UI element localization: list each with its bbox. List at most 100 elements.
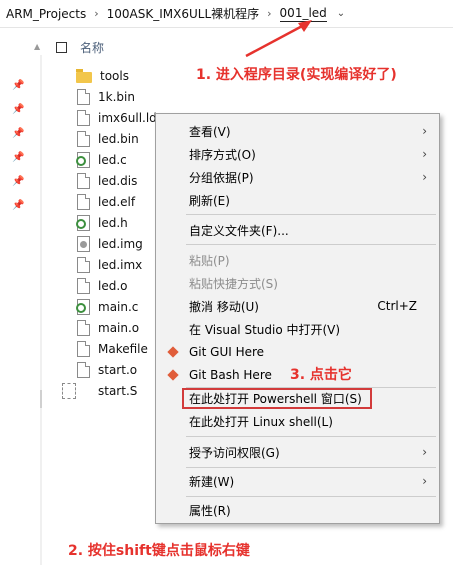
file-icon: [77, 131, 90, 147]
list-item[interactable]: led.imx: [76, 256, 142, 274]
list-item[interactable]: Makefile: [76, 340, 148, 358]
menu-separator: [186, 214, 436, 215]
file-name: led.elf: [98, 195, 136, 209]
disk-image-icon: [77, 236, 90, 252]
highlight-box: [182, 388, 372, 409]
list-item[interactable]: led.img: [76, 235, 143, 253]
file-icon: [77, 362, 90, 378]
menu-item-customize-folder[interactable]: 自定义文件夹(F)...: [156, 219, 439, 241]
menu-item-refresh[interactable]: 刷新(E): [156, 189, 439, 211]
red-arrow-icon: [245, 20, 312, 58]
menu-item-view[interactable]: 查看(V) ›: [156, 120, 439, 142]
file-name: led.imx: [98, 258, 143, 272]
list-item[interactable]: main.o: [76, 319, 139, 337]
list-item[interactable]: led.elf: [76, 193, 135, 211]
annotation-step2: 2. 按住shift键点击鼠标右键: [68, 543, 250, 559]
chevron-right-icon: ›: [422, 124, 427, 138]
menu-item-label: 新建(W): [189, 474, 235, 489]
selection-marker: [40, 390, 42, 408]
file-name: start.o: [98, 363, 138, 377]
file-name: start.S: [98, 384, 138, 398]
c-source-icon: [76, 299, 90, 315]
list-header: 名称: [56, 38, 104, 56]
menu-item-label: 授予访问权限(G): [189, 445, 280, 460]
menu-item-give-access[interactable]: 授予访问权限(G) ›: [156, 441, 439, 463]
menu-item-new[interactable]: 新建(W) ›: [156, 470, 439, 492]
pin-icon: 📌: [12, 152, 25, 163]
menu-item-sort[interactable]: 排序方式(O) ›: [156, 143, 439, 165]
file-icon: [77, 173, 90, 189]
select-all-checkbox[interactable]: [56, 41, 67, 53]
breadcrumb-separator-icon[interactable]: ›: [94, 7, 98, 20]
menu-item-label: 刷新(E): [189, 193, 230, 208]
list-item[interactable]: start.o: [76, 361, 137, 379]
file-name: 1k.bin: [98, 90, 135, 104]
menu-separator: [186, 467, 436, 468]
menu-item-label: 自定义文件夹(F)...: [189, 223, 289, 238]
git-icon: [166, 345, 180, 359]
pin-icon: 📌: [12, 104, 25, 115]
menu-separator: [186, 244, 436, 245]
menu-item-open-linux-shell[interactable]: 在此处打开 Linux shell(L): [156, 410, 439, 432]
list-item[interactable]: led.c: [76, 151, 127, 169]
menu-item-label: 在此处打开 Linux shell(L): [189, 414, 333, 429]
menu-item-label: 查看(V): [189, 124, 231, 139]
file-name: led.c: [98, 153, 127, 167]
file-name: tools: [100, 69, 129, 83]
menu-item-open-visual-studio[interactable]: 在 Visual Studio 中打开(V): [156, 318, 439, 340]
chevron-right-icon: ›: [422, 147, 427, 161]
file-icon: [77, 194, 90, 210]
menu-item-label: 粘贴快捷方式(S): [189, 276, 278, 291]
menu-item-label: 粘贴(P): [189, 253, 230, 268]
chevron-right-icon: ›: [422, 170, 427, 184]
file-icon: [77, 257, 90, 273]
list-item[interactable]: led.o: [76, 277, 128, 295]
menu-item-group[interactable]: 分组依据(P) ›: [156, 166, 439, 188]
file-name: led.h: [98, 216, 128, 230]
list-item[interactable]: led.bin: [76, 130, 139, 148]
menu-item-paste[interactable]: 粘贴(P): [156, 249, 439, 271]
breadcrumb-item-arm-projects[interactable]: ARM_Projects: [6, 7, 86, 21]
menu-item-properties[interactable]: 属性(R): [156, 499, 439, 521]
file-name: led.img: [98, 237, 143, 251]
file-icon: [77, 278, 90, 294]
file-name: main.c: [98, 300, 139, 314]
name-column-header[interactable]: 名称: [80, 39, 104, 56]
list-item[interactable]: led.dis: [76, 172, 137, 190]
file-name: Makefile: [98, 342, 148, 356]
chevron-right-icon: ›: [422, 445, 427, 459]
file-name: led.o: [98, 279, 128, 293]
c-header-icon: [76, 215, 90, 231]
menu-separator: [186, 436, 436, 437]
menu-item-label: 排序方式(O): [189, 147, 256, 162]
menu-item-shortcut: Ctrl+Z: [377, 299, 417, 313]
file-icon: [77, 110, 90, 126]
list-item[interactable]: 1k.bin: [76, 88, 135, 106]
list-item[interactable]: led.h: [76, 214, 128, 232]
list-item[interactable]: tools: [76, 67, 129, 85]
menu-item-undo-move[interactable]: 撤消 移动(U) Ctrl+Z: [156, 295, 439, 317]
pin-icon: 📌: [12, 176, 25, 187]
chevron-down-icon[interactable]: ⌄: [337, 8, 345, 19]
git-icon: [166, 368, 180, 382]
menu-separator: [186, 496, 436, 497]
menu-item-label: 分组依据(P): [189, 170, 254, 185]
list-item[interactable]: start.S: [62, 382, 137, 400]
pin-icon: 📌: [12, 80, 25, 91]
menu-item-git-gui[interactable]: Git GUI Here: [156, 341, 439, 363]
menu-item-label: 属性(R): [189, 503, 231, 518]
vertical-scrollbar[interactable]: [40, 55, 42, 565]
file-name: main.o: [98, 321, 140, 335]
list-item[interactable]: imx6ull.ld: [76, 109, 157, 127]
menu-item-paste-shortcut[interactable]: 粘贴快捷方式(S): [156, 272, 439, 294]
menu-item-label: 撤消 移动(U): [189, 299, 259, 314]
file-icon: [77, 89, 90, 105]
pin-icon: 📌: [12, 128, 25, 139]
list-item[interactable]: main.c: [76, 298, 138, 316]
scroll-up-icon[interactable]: ▲: [34, 42, 44, 52]
asm-source-icon: [62, 383, 76, 399]
breadcrumb-item-baremetal[interactable]: 100ASK_IMX6ULL裸机程序: [107, 5, 260, 22]
file-icon: [77, 320, 90, 336]
chevron-right-icon: ›: [422, 474, 427, 488]
menu-item-label: 在 Visual Studio 中打开(V): [189, 322, 341, 337]
